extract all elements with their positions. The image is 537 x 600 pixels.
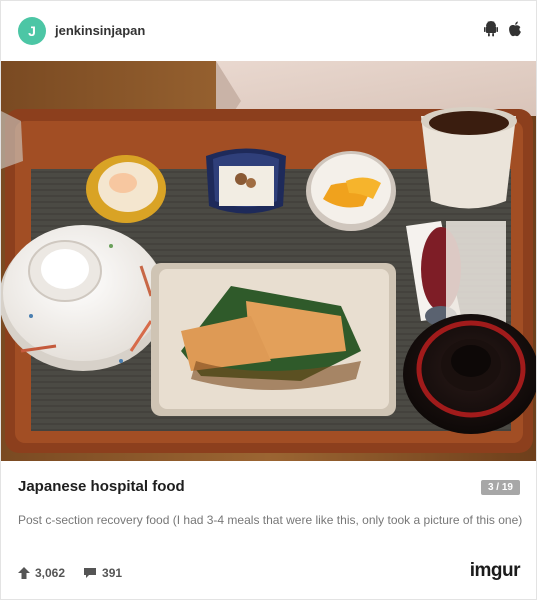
avatar[interactable]: J [18, 17, 46, 45]
post-title: Japanese hospital food [18, 478, 185, 495]
upvote-stat[interactable]: 3,062 [18, 566, 65, 580]
post-header: J jenkinsinjapan [1, 1, 536, 61]
post-image[interactable] [1, 61, 536, 461]
post-description: Post c-section recovery food (I had 3-4 … [18, 513, 523, 527]
imgur-logo[interactable]: imgur [470, 560, 521, 582]
comment-count: 391 [102, 566, 123, 580]
apple-icon[interactable] [508, 21, 522, 37]
upvote-count: 3,062 [35, 566, 66, 580]
hospital-meal-photo [1, 61, 536, 461]
post-card: J jenkinsinjapan Japanese hospital food … [0, 0, 537, 600]
post-stats: 3,062 391 [18, 566, 140, 580]
image-counter: 3 / 19 [480, 480, 520, 495]
comment-stat[interactable]: 391 [83, 566, 122, 580]
username-link[interactable]: jenkinsinjapan [55, 23, 145, 38]
comment-bubble-icon [84, 568, 97, 578]
upvote-arrow-icon [18, 567, 30, 579]
android-icon[interactable] [484, 21, 498, 37]
platform-icons [484, 21, 522, 37]
